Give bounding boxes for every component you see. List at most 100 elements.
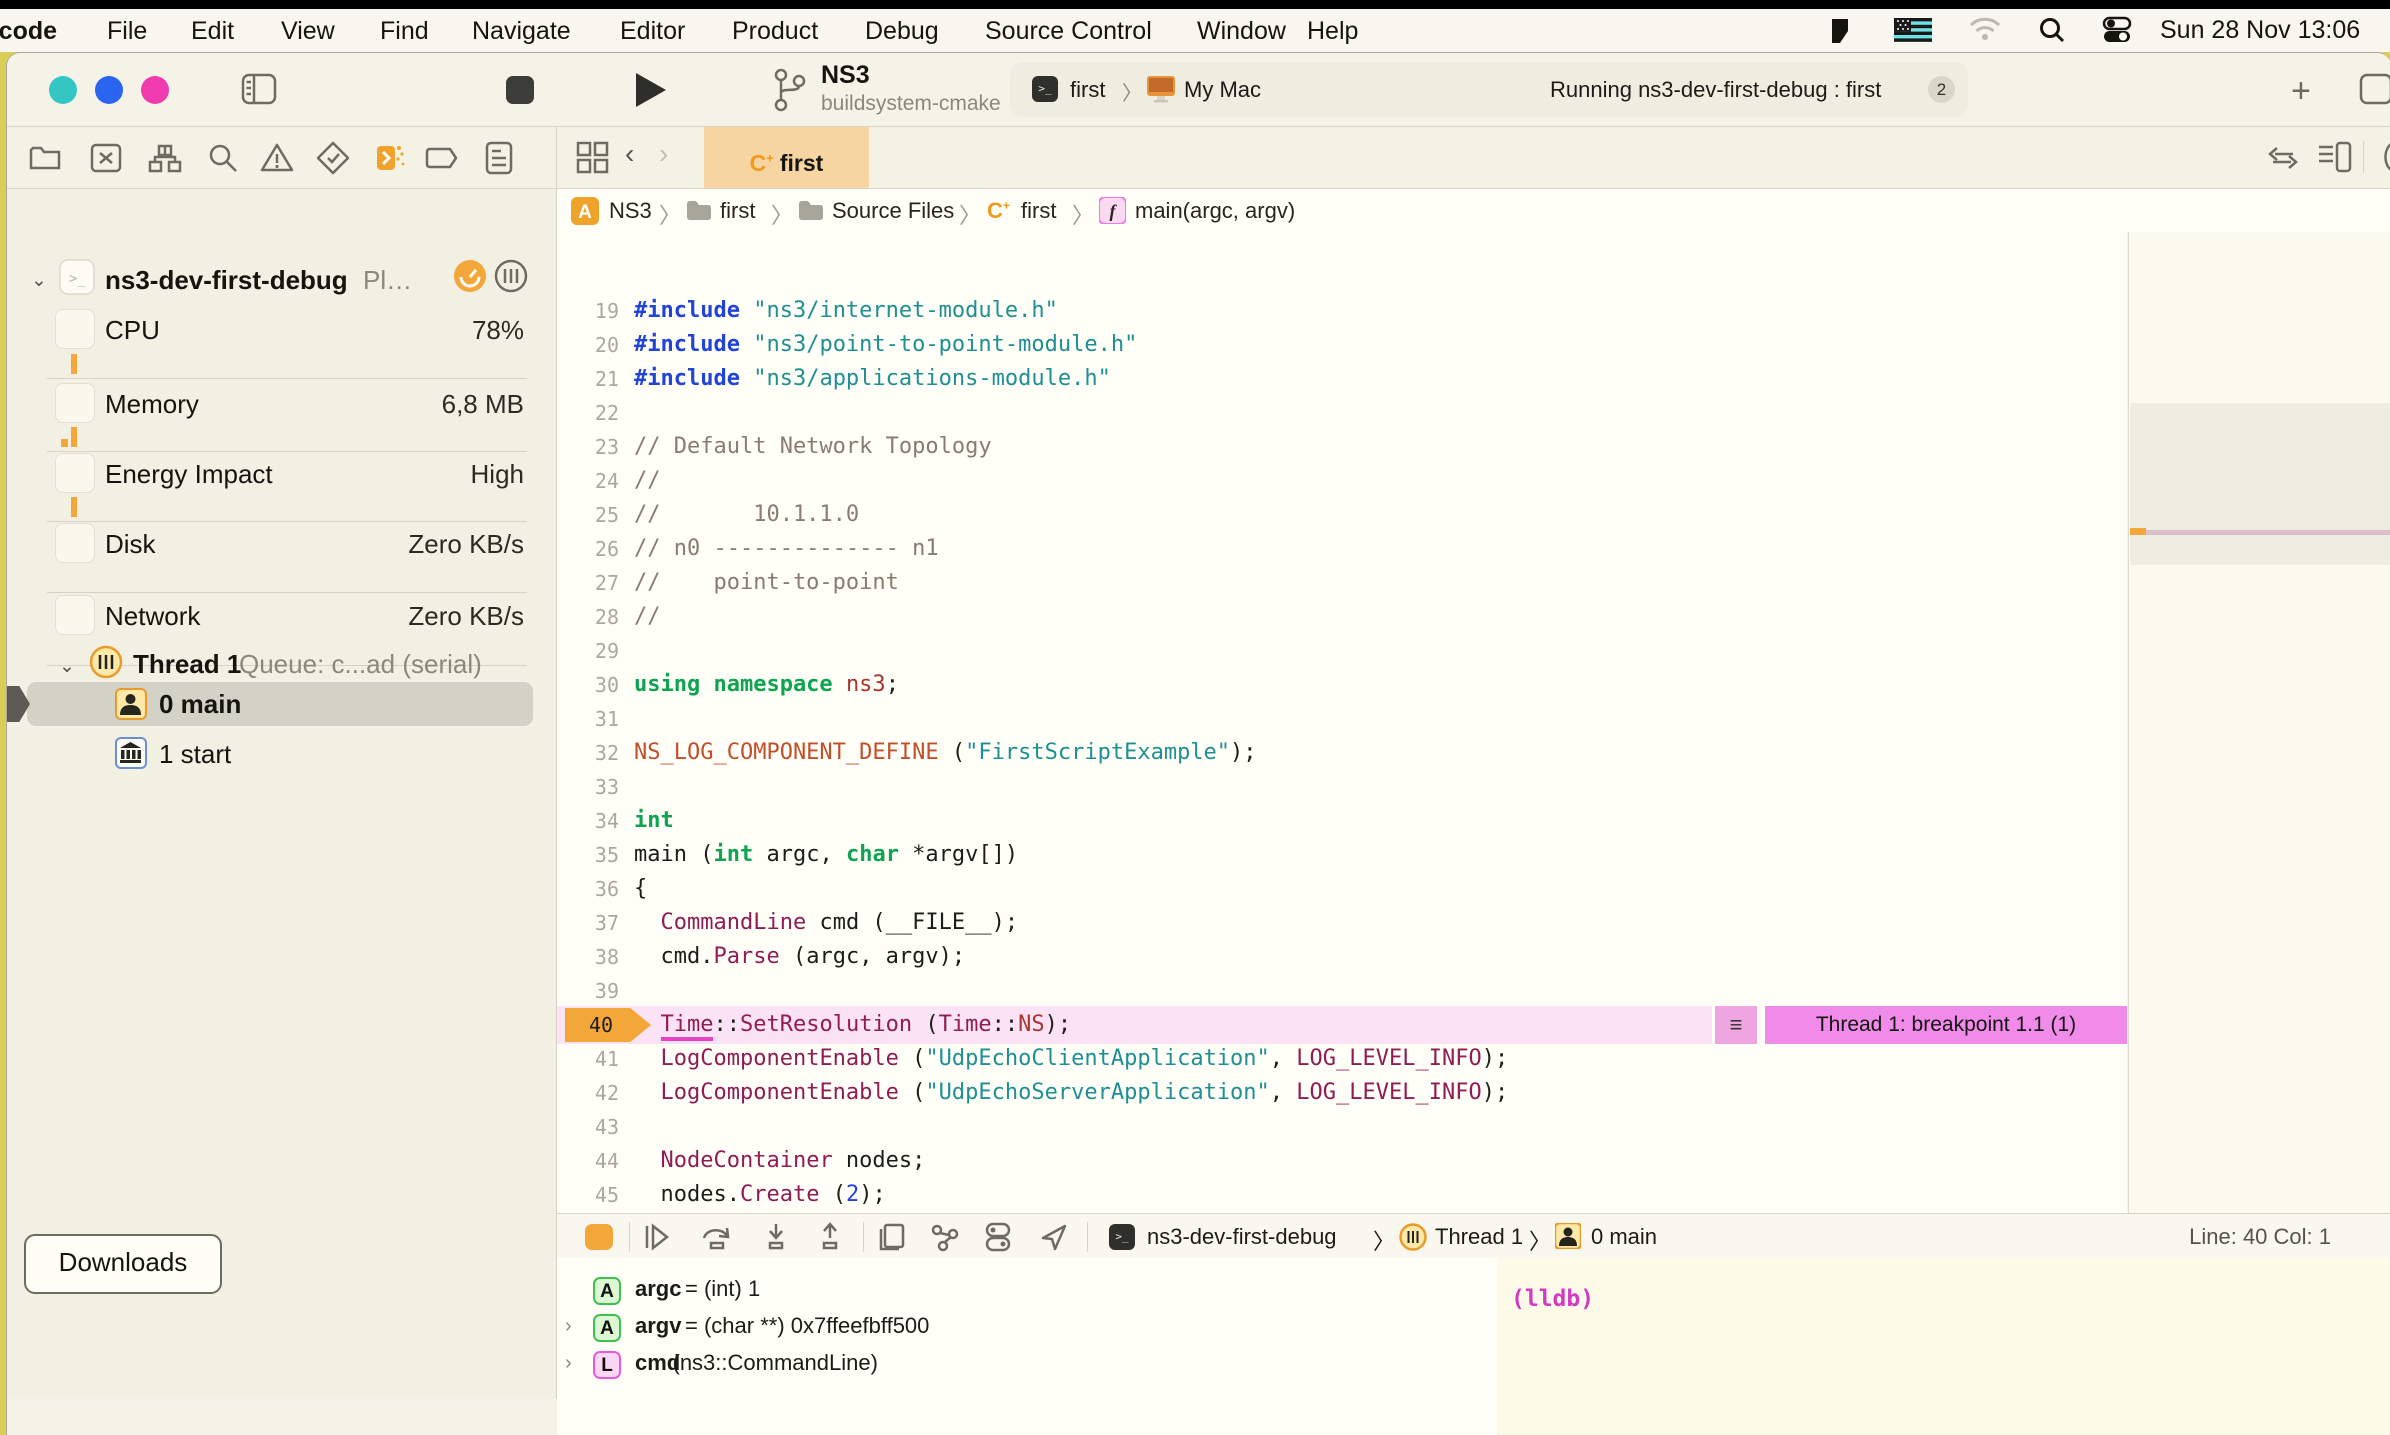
line-number[interactable]: 27 xyxy=(557,566,619,600)
code-line[interactable]: 32 NS_LOG_COMPONENT_DEFINE ("FirstScriptE… xyxy=(557,736,2127,770)
line-number[interactable]: 39 xyxy=(557,974,619,1008)
thread-view-toggle-icon[interactable] xyxy=(494,259,528,293)
line-number[interactable]: 20 xyxy=(557,328,619,362)
line-number[interactable]: 43 xyxy=(557,1110,619,1144)
line-number[interactable]: 22 xyxy=(557,396,619,430)
debug-navigator-icon[interactable] xyxy=(369,140,405,176)
code-line[interactable]: 37 CommandLine cmd (__FILE__); xyxy=(557,906,2127,940)
line-number[interactable]: 45 xyxy=(557,1178,619,1212)
source-control-navigator-icon[interactable] xyxy=(88,140,124,176)
add-editor-plus-icon[interactable]: + xyxy=(2291,72,2311,111)
spotlight-search-icon[interactable] xyxy=(2038,16,2066,44)
code-line[interactable]: 31 xyxy=(557,702,2127,736)
jumpbar-source-files[interactable]: Source Files xyxy=(832,198,954,224)
step-over-icon[interactable] xyxy=(699,1222,735,1252)
line-number[interactable]: 31 xyxy=(557,702,619,736)
code-line[interactable]: 38 cmd.Parse (argc, argv); xyxy=(557,940,2127,974)
stack-frame-label[interactable]: 1 start xyxy=(159,739,231,770)
gauge-label[interactable]: Energy Impact xyxy=(105,459,273,490)
environment-overrides-icon[interactable] xyxy=(983,1222,1013,1252)
back-chevron-icon[interactable]: ‹ xyxy=(625,138,634,170)
code-line[interactable]: 44 NodeContainer nodes; xyxy=(557,1144,2127,1178)
breakpoint-navigator-icon[interactable] xyxy=(424,140,460,176)
code-line[interactable]: 30 using namespace ns3; xyxy=(557,668,2127,702)
window-layout-icon[interactable] xyxy=(2359,73,2390,105)
line-number[interactable]: 33 xyxy=(557,770,619,804)
code-line[interactable]: 41 LogComponentEnable ("UdpEchoClientApp… xyxy=(557,1042,2127,1076)
run-button[interactable] xyxy=(636,73,666,107)
menu-help[interactable]: Help xyxy=(1307,17,1358,46)
menu-edit[interactable]: Edit xyxy=(191,17,234,46)
menu-navigate[interactable]: Navigate xyxy=(472,17,571,46)
view-hierarchy-icon[interactable] xyxy=(875,1222,909,1252)
forward-chevron-icon[interactable]: › xyxy=(659,138,668,170)
downloads-button[interactable]: Downloads xyxy=(24,1234,222,1294)
source-editor[interactable]: 19 #include "ns3/internet-module.h" 20 #inc… xyxy=(557,232,2127,1213)
traffic-close-button[interactable] xyxy=(49,76,77,104)
stack-frame-label[interactable]: 0 main xyxy=(159,689,241,720)
debug-crumb-frame[interactable]: 0 main xyxy=(1591,1224,1657,1250)
disclosure-chevron-icon[interactable]: › xyxy=(565,1315,572,1338)
line-number[interactable]: 21 xyxy=(557,362,619,396)
line-number[interactable]: 34 xyxy=(557,804,619,838)
gauge-badge-icon[interactable] xyxy=(453,259,487,293)
issue-navigator-icon[interactable] xyxy=(259,140,295,176)
variable-row[interactable]: › Lcmd (ns3::CommandLine) xyxy=(557,1350,1497,1384)
adjust-editor-options-icon[interactable] xyxy=(2317,141,2353,173)
gauge-label[interactable]: Disk xyxy=(105,529,156,560)
line-number[interactable]: 25 xyxy=(557,498,619,532)
code-line[interactable]: 23 // Default Network Topology xyxy=(557,430,2127,464)
line-number[interactable]: 23 xyxy=(557,430,619,464)
tab-first[interactable]: C+ first xyxy=(704,127,869,188)
jumpbar-file-first[interactable]: first xyxy=(1021,198,1056,224)
console-view[interactable]: (lldb) xyxy=(1497,1258,2390,1435)
report-navigator-icon[interactable] xyxy=(481,140,517,176)
code-line[interactable]: 33 xyxy=(557,770,2127,804)
menu-product[interactable]: Product xyxy=(732,17,818,46)
code-line[interactable]: 28 // xyxy=(557,600,2127,634)
code-line[interactable]: 34 int xyxy=(557,804,2127,838)
code-line[interactable]: 22 xyxy=(557,396,2127,430)
line-number[interactable]: 28 xyxy=(557,600,619,634)
symbol-navigator-icon[interactable] xyxy=(147,140,183,176)
variable-row[interactable]: › Aargv = (char **) 0x7ffeefbff500 xyxy=(557,1313,1497,1347)
gauge-label[interactable]: Memory xyxy=(105,389,199,420)
code-line[interactable]: ≡ Thread 1: breakpoint 1.1 (1) 40 Time::Se… xyxy=(557,1006,2127,1044)
menu-source-control[interactable]: Source Control xyxy=(985,17,1152,46)
code-line[interactable]: 26 // n0 -------------- n1 xyxy=(557,532,2127,566)
thread-name[interactable]: Thread 1 xyxy=(133,649,241,680)
step-into-icon[interactable] xyxy=(761,1222,791,1252)
code-line[interactable]: 24 // xyxy=(557,464,2127,498)
code-line[interactable]: 35 main (int argc, char *argv[]) xyxy=(557,838,2127,872)
focus-editor-icon[interactable] xyxy=(2377,141,2390,173)
scheme-name[interactable]: first xyxy=(1070,77,1105,103)
debug-crumb-thread[interactable]: Thread 1 xyxy=(1435,1224,1523,1250)
jumpbar-group-first[interactable]: first xyxy=(720,198,755,224)
code-line[interactable]: 19 #include "ns3/internet-module.h" xyxy=(557,294,2127,328)
line-number[interactable]: 26 xyxy=(557,532,619,566)
line-number[interactable]: 41 xyxy=(557,1042,619,1076)
code-line[interactable]: 21 #include "ns3/applications-module.h" xyxy=(557,362,2127,396)
menu-apple-app[interactable]: Xcode xyxy=(0,17,57,46)
menu-view[interactable]: View xyxy=(281,17,335,46)
issue-count-badge[interactable]: 2 xyxy=(1928,76,1955,103)
jumpbar-project[interactable]: NS3 xyxy=(609,198,652,224)
menu-clock[interactable]: Sun 28 Nov 13:06 xyxy=(2160,16,2360,45)
memory-graph-icon[interactable] xyxy=(929,1222,961,1252)
line-number[interactable]: 37 xyxy=(557,906,619,940)
line-number[interactable]: 36 xyxy=(557,872,619,906)
stack-frame-row-selected[interactable] xyxy=(27,682,533,726)
disclosure-chevron-icon[interactable]: ⌄ xyxy=(59,655,75,678)
disclosure-chevron-icon[interactable]: › xyxy=(565,1352,572,1375)
code-line[interactable]: 20 #include "ns3/point-to-point-module.h" xyxy=(557,328,2127,362)
code-review-icon[interactable] xyxy=(2267,142,2299,172)
disclosure-chevron-icon[interactable]: ⌄ xyxy=(31,269,47,292)
line-number[interactable]: 30 xyxy=(557,668,619,702)
simulate-location-icon[interactable] xyxy=(1039,1222,1069,1252)
variable-row[interactable]: Aargc = (int) 1 xyxy=(557,1276,1497,1310)
project-navigator-icon[interactable] xyxy=(27,140,63,176)
line-number[interactable]: 38 xyxy=(557,940,619,974)
process-name[interactable]: ns3-dev-first-debug xyxy=(105,265,348,296)
menu-find[interactable]: Find xyxy=(380,17,429,46)
gauge-label[interactable]: Network xyxy=(105,601,200,632)
